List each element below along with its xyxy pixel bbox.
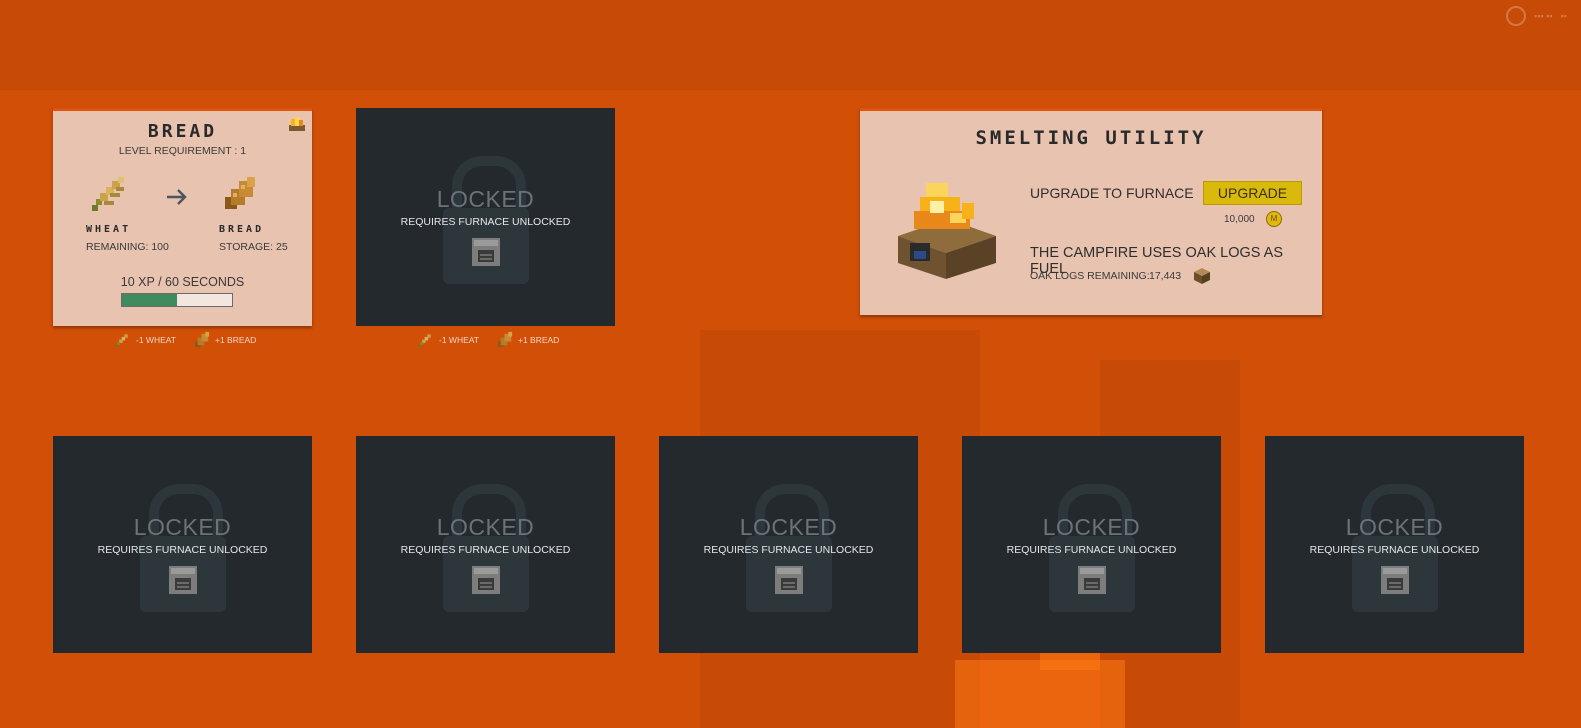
locked-slot[interactable]: LOCKED REQUIRES FURNACE UNLOCKED <box>962 436 1221 653</box>
upgrade-label: UPGRADE TO FURNACE <box>1030 185 1194 201</box>
locked-title: LOCKED <box>436 186 535 212</box>
consume-label: -1 WHEAT <box>439 335 479 345</box>
locked-slot[interactable]: LOCKED REQUIRES FURNACE UNLOCKED <box>356 436 615 653</box>
utility-title: SMELTING UTILITY <box>975 127 1207 149</box>
cost-row-1: -1 WHEAT +1 BREAD <box>113 330 256 350</box>
input-name: WHEAT <box>86 224 132 235</box>
locked-subtitle: REQUIRES FURNACE UNLOCKED <box>400 544 571 556</box>
coin-icon: M <box>1266 211 1282 227</box>
locked-subtitle: REQUIRES FURNACE UNLOCKED <box>97 544 268 556</box>
locked-slot[interactable]: LOCKED REQUIRES FURNACE UNLOCKED <box>53 436 312 653</box>
furnace-icon <box>1077 566 1106 594</box>
produce-label: +1 BREAD <box>517 335 560 345</box>
locked-title: LOCKED <box>1345 514 1444 540</box>
arrow-right-icon <box>167 189 187 205</box>
furnace-icon <box>774 566 803 594</box>
recipe-title: BREAD <box>147 121 218 142</box>
locked-slot[interactable]: LOCKED REQUIRES FURNACE UNLOCKED <box>1265 436 1524 653</box>
progress-bar <box>121 293 233 307</box>
status-indicator: ▪▪▪ ▪▪ ▪▪ <box>1506 6 1567 26</box>
locked-title: LOCKED <box>739 514 838 540</box>
smelting-utility-card: SMELTING UTILITY UPGRADE TO FURNACE UPGR… <box>860 108 1322 315</box>
locked-subtitle: REQUIRES FURNACE UNLOCKED <box>1309 544 1480 556</box>
bread-icon <box>194 331 210 348</box>
locked-title: LOCKED <box>1042 514 1141 540</box>
furnace-icon <box>1380 566 1409 594</box>
locked-slot[interactable]: LOCKED REQUIRES FURNACE UNLOCKED <box>356 108 615 326</box>
wheat-icon <box>92 177 124 211</box>
consume-label: -1 WHEAT <box>136 335 176 345</box>
progress-fill <box>122 294 177 306</box>
upgrade-button[interactable]: UPGRADE <box>1203 181 1302 205</box>
output-name: BREAD <box>219 224 265 235</box>
locked-subtitle: REQUIRES FURNACE UNLOCKED <box>400 216 571 228</box>
locked-title: LOCKED <box>133 514 232 540</box>
wheat-icon <box>418 334 431 348</box>
furnace-icon <box>168 566 197 594</box>
output-storage: STORAGE: 25 <box>219 241 288 253</box>
furnace-icon <box>471 238 500 266</box>
upgrade-cost: 10,000 <box>1224 214 1255 225</box>
cost-row-2: -1 WHEAT +1 BREAD <box>416 330 559 350</box>
campfire-icon <box>898 183 996 279</box>
furnace-icon <box>471 566 500 594</box>
wheat-icon <box>115 334 128 348</box>
logs-value: 17,443 <box>1149 270 1182 282</box>
input-remaining: REMAINING: 100 <box>86 241 169 253</box>
bread-icon <box>225 177 255 209</box>
oak-log-icon <box>1194 268 1210 284</box>
locked-title: LOCKED <box>436 514 535 540</box>
level-requirement: LEVEL REQUIREMENT : 1 <box>118 145 247 157</box>
bread-icon <box>497 331 513 348</box>
locked-slot[interactable]: LOCKED REQUIRES FURNACE UNLOCKED <box>659 436 918 653</box>
recipe-card-bread[interactable]: BREAD LEVEL REQUIREMENT : 1 WHEAT REMAIN… <box>53 108 312 326</box>
locked-subtitle: REQUIRES FURNACE UNLOCKED <box>1006 544 1177 556</box>
produce-label: +1 BREAD <box>214 335 257 345</box>
xp-rate: 10 XP / 60 SECONDS <box>120 275 245 289</box>
locked-subtitle: REQUIRES FURNACE UNLOCKED <box>703 544 874 556</box>
logs-label: OAK LOGS REMAINING: <box>1030 270 1150 282</box>
